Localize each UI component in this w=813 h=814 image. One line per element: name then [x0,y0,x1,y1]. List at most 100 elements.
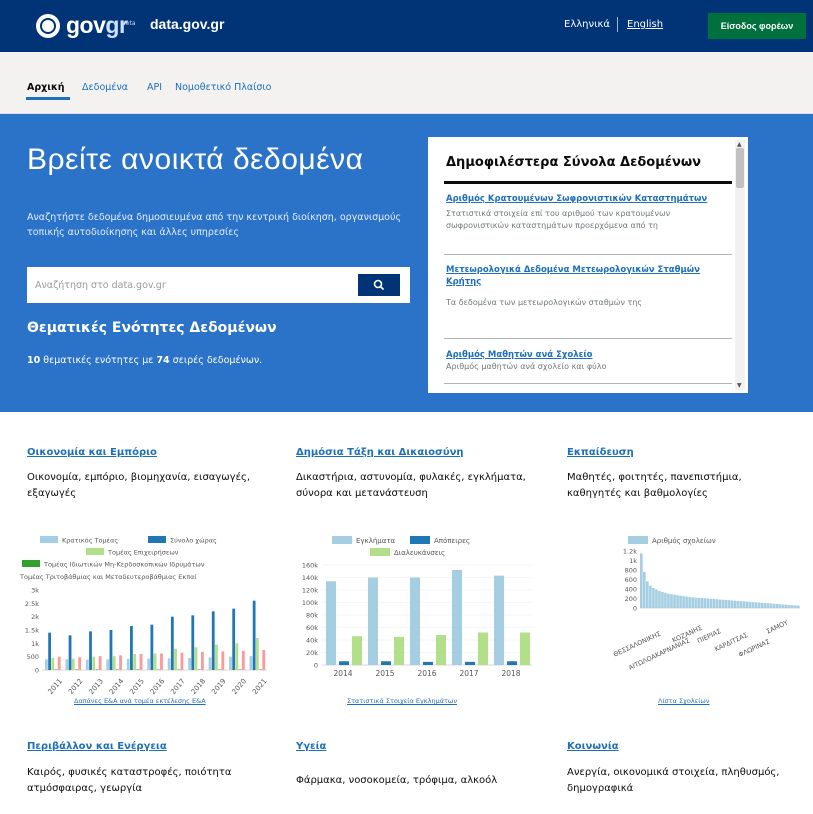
y-tick-label: 1k [629,557,637,565]
bar-Αριθμός σχολείων [775,603,779,608]
bar-Αριθμός σχολείων [661,591,664,608]
themes-text-2: σειρές δεδομένων. [172,355,263,366]
x-tick-label: 2015 [375,669,394,678]
nav-item-legal-framework[interactable]: Νομοθετικό Πλαίσιο [175,82,271,93]
x-tick-label: 2015 [128,677,146,696]
bar-Αριθμός σχολείων [748,601,752,608]
legend-swatch [40,536,58,543]
category-education-title[interactable]: Εκπαίδευση [567,447,634,458]
bar-Τομέας Ιδιωτικών Μη-Κερδοσκοπικών Ιδρυμάτων [54,669,58,670]
bar-Κρατικός Τομέας [85,659,89,670]
popular-item-link[interactable]: Αριθμός Κρατουμένων Σωφρονιστικών Καταστ… [446,193,721,205]
language-divider [617,17,618,32]
legend-swatch [22,560,40,567]
bar-Αριθμός σχολείων [745,601,749,608]
legend-swatch [86,548,104,555]
legend-label: Τομέας Ιδιωτικών Μη-Κερδοσκοπικών Ιδρυμά… [43,561,205,569]
bar-Κρατικός Τομέας [147,658,151,670]
bar-Τομέας Επιχειρήσεων [112,656,116,670]
bar-Αριθμός σχολείων [640,553,643,608]
bar-Αριθμός σχολείων [646,581,649,608]
legend-swatch [628,536,648,544]
popular-datasets-card: Δημοφιλέστερα Σύνολα Δεδομένων Αριθμός Κ… [428,137,748,393]
search-input[interactable] [35,274,355,296]
bar-Αριθμός σχολείων [772,603,776,608]
search-button[interactable] [358,274,400,296]
bar-Αριθμός σχολείων [763,603,767,608]
popular-scrollbar[interactable]: ▲ ▼ [735,140,745,390]
language-greek-link[interactable]: Ελληνικά [564,19,610,30]
themes-summary: 10 θεματικές ενότητες με 74 σειρές δεδομ… [27,355,262,366]
category-education-desc: Μαθητές, φοιτητές, πανεπιστήμια, καθηγητ… [567,472,742,499]
popular-divider [444,338,732,339]
bar-Τομέας Ιδιωτικών Μη-Κερδοσκοπικών Ιδρυμάτων [156,669,160,670]
bar-Αριθμός σχολείων [769,603,773,608]
y-tick-label: 800 [625,567,637,575]
bar-Αριθμός σχολείων [778,604,782,608]
bar-Τομέας Ιδιωτικών Μη-Κερδοσκοπικών Ιδρυμάτων [75,669,78,670]
nav-item-data[interactable]: Δεδομένα [82,82,128,93]
themes-title: Θεματικές Ενότητες Δεδομένων [27,320,277,336]
site-name[interactable]: data.gov.gr [150,16,224,32]
themes-count: 10 [27,355,41,366]
scroll-thumb[interactable] [736,148,744,188]
nav-active-indicator [26,97,70,100]
legend-label: Τομέας Επιχειρήσεων [107,549,179,557]
bar-Κρατικός Τομέας [167,658,171,670]
bar-Απόπειρες [507,661,517,665]
login-button[interactable]: Είσοδος φορέων [708,13,806,39]
bar-Αριθμός σχολείων [706,598,710,608]
bar-Διαλευκάνσεις [394,636,404,665]
bar-Σύνολο χώρας [170,616,174,670]
bar-Απόπειρες [339,661,349,665]
popular-item: Μετεωρολογικά Δεδομένα Μετεωρολογικών Στ… [446,264,721,309]
bar-Τομέας Τριτοβάθμιας και Μεταδευτεροβάθμιας Εκπαί [139,654,143,670]
x-tick-label: 2017 [169,677,187,696]
nav-item-home[interactable]: Αρχική [27,82,65,93]
bar-Εγκλήματα [452,570,462,665]
chart-link-rd-expenditure[interactable]: Δαπάνες Ε&Α ανά τομέα εκτέλεσης Ε&Α [74,697,206,705]
language-english-link[interactable]: English [627,19,663,30]
govgr-logo[interactable]: govgr [66,12,128,39]
legend-swatch [410,536,430,544]
bar-Σύνολο χώρας [191,615,195,670]
category-health-title[interactable]: Υγεία [296,741,326,752]
bar-Κρατικός Τομέας [249,656,253,670]
bar-Αριθμός σχολείων [742,601,746,608]
popular-item-link[interactable]: Μετεωρολογικά Δεδομένα Μετεωρολογικών Στ… [446,264,721,288]
x-tick-label: 2013 [87,677,105,696]
bar-Αριθμός σχολείων [685,596,688,608]
category-justice-title[interactable]: Δημόσια Τάξη και Δικαιοσύνη [296,447,464,458]
category-environment-title[interactable]: Περιβάλλον και Ενέργεια [27,741,167,752]
scroll-down-icon[interactable]: ▼ [737,382,742,389]
series-count: 74 [156,355,170,366]
bar-Αριθμός σχολείων [730,600,734,608]
top-header: govgr beta data.gov.gr Ελληνικά English … [0,0,813,52]
popular-item-desc: Αριθμός μαθητών ανά σχολείο και φύλο [446,362,607,371]
legend-label: Αριθμός σχολείων [652,537,716,545]
bar-Αριθμός σχολείων [676,595,679,608]
main-nav: Αρχική Δεδομένα API Νομοθετικό Πλαίσιο [0,52,813,114]
chart-link-schools[interactable]: Λίστα Σχολείων [658,697,710,705]
popular-item: Αριθμός Κρατουμένων Σωφρονιστικών Καταστ… [446,193,721,232]
popular-datasets-title: Δημοφιλέστερα Σύνολα Δεδομένων [446,155,702,170]
chart-link-crime-statistics[interactable]: Στατιστικά Στοιχεία Εγκλημάτων [347,697,457,705]
bar-Αριθμός σχολείων [700,598,703,608]
nav-item-api[interactable]: API [147,82,162,93]
popular-item-link[interactable]: Αριθμός Μαθητών ανά Σχολείο [446,349,721,361]
bar-Αριθμός σχολείων [781,604,785,608]
category-economy-title[interactable]: Οικονομία και Εμπόριο [27,447,157,458]
bar-Αριθμός σχολείων [688,597,691,608]
bar-Σύνολο χώρας [232,608,236,670]
popular-title-underline [444,181,732,184]
scroll-up-icon[interactable]: ▲ [737,141,742,148]
category-society-desc: Ανεργία, οικονομικά στοιχεία, πληθυσμός,… [567,767,780,794]
legend-label: Εγκλήματα [356,537,396,545]
category-society-title[interactable]: Κοινωνία [567,741,619,752]
bar-Αριθμός σχολείων [760,602,764,608]
y-tick-label: 3k [31,587,39,595]
hero-description: Αναζητήστε δεδομένα δημοσιευμένα από την… [27,212,402,238]
x-tick-label: 2012 [67,677,85,696]
beta-badge: beta [122,20,136,27]
greek-emblem-icon[interactable] [36,14,60,38]
